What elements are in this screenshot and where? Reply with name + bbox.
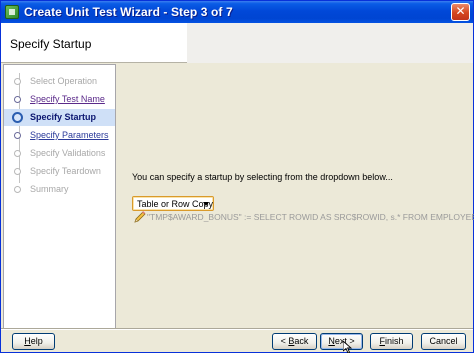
step-node-icon	[14, 96, 21, 103]
step-node-icon	[14, 186, 21, 193]
next-button[interactable]: Next >	[320, 333, 363, 350]
steps-panel: Select Operation Specify Test Name Speci…	[3, 64, 116, 329]
step-node-icon	[14, 168, 21, 175]
instruction-text: You can specify a startup by selecting f…	[132, 172, 393, 182]
startup-sql-text: "TMP$AWARD_BONUS" := SELECT ROWID AS SRC…	[147, 212, 474, 222]
button-text: inish	[384, 336, 404, 346]
step-specify-test-name[interactable]: Specify Test Name	[4, 91, 115, 108]
step-node-icon	[14, 150, 21, 157]
header-graphic	[187, 23, 473, 63]
help-button[interactable]: Help	[12, 333, 55, 350]
step-label: Select Operation	[30, 76, 98, 86]
cancel-button[interactable]: Cancel	[421, 333, 466, 350]
step-specify-teardown: Specify Teardown	[4, 163, 115, 180]
step-specify-validations: Specify Validations	[4, 145, 115, 162]
chevron-down-icon[interactable]	[203, 202, 209, 206]
mouse-cursor-icon	[343, 341, 353, 353]
title-bar[interactable]: Create Unit Test Wizard - Step 3 of 7 ✕	[1, 1, 473, 23]
wizard-app-icon	[5, 5, 19, 19]
step-label: Specify Validations	[30, 148, 106, 158]
page-title: Specify Startup	[10, 37, 92, 51]
wizard-window: Create Unit Test Wizard - Step 3 of 7 ✕ …	[0, 0, 474, 353]
step-select-operation: Select Operation	[4, 73, 115, 90]
startup-type-dropdown[interactable]: Table or Row Copy	[132, 196, 214, 211]
button-text: Cancel	[429, 336, 458, 346]
step-label: Specify Teardown	[30, 166, 101, 176]
step-node-icon	[14, 132, 21, 139]
button-text: ack	[294, 336, 309, 346]
window-title: Create Unit Test Wizard - Step 3 of 7	[24, 5, 233, 19]
finish-button[interactable]: Finish	[370, 333, 413, 350]
page-header: Specify Startup	[1, 23, 473, 63]
close-button[interactable]: ✕	[451, 3, 470, 21]
step-label: Specify Startup	[30, 112, 97, 122]
step-specify-startup: Specify Startup	[4, 109, 115, 126]
step-label[interactable]: Specify Test Name	[30, 94, 105, 104]
dropdown-selected-value: Table or Row Copy	[137, 199, 214, 209]
step-node-icon	[14, 78, 21, 85]
step-label[interactable]: Specify Parameters	[30, 130, 109, 140]
current-step-node-icon	[12, 112, 23, 123]
back-button[interactable]: < Back	[272, 333, 317, 350]
step-label: Summary	[30, 184, 69, 194]
pencil-edit-icon[interactable]	[134, 211, 146, 223]
bottom-divider-highlight	[1, 329, 473, 330]
button-text: elp	[30, 336, 43, 346]
step-summary: Summary	[4, 181, 115, 198]
step-specify-parameters[interactable]: Specify Parameters	[4, 127, 115, 144]
